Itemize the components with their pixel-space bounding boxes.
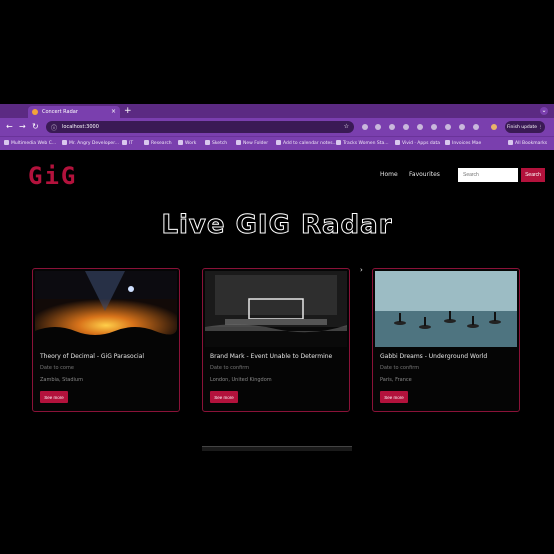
browser-tab[interactable]: Concert Radar × — [28, 106, 120, 118]
concert-image — [205, 271, 347, 347]
extension-icon[interactable] — [403, 124, 409, 130]
concert-location: Paris, France — [380, 377, 412, 383]
see-more-button[interactable]: See more — [40, 391, 68, 403]
tab-title: Concert Radar — [42, 109, 78, 115]
avatar[interactable] — [491, 124, 497, 130]
extension-icon[interactable] — [375, 124, 381, 130]
search-button[interactable]: Search — [521, 168, 545, 182]
concert-image — [35, 271, 177, 347]
concert-card[interactable]: Gabbi Dreams - Underground World Date to… — [372, 268, 520, 412]
bookmark-item[interactable]: Invoices Mae — [445, 140, 481, 146]
bookmark-item[interactable]: All Bookmarks — [508, 140, 547, 146]
bookmark-item[interactable]: Tracks Women Sta... — [336, 140, 389, 146]
browser-toolbar: ← → ↻ ⓘ localhost:3000 ☆ Finish update ⋮ — [0, 118, 554, 136]
concert-location: London, United Kingdom — [210, 377, 272, 383]
page-content: GiG Home Favourites Search Live GIG Rada… — [0, 150, 554, 554]
nav-home-link[interactable]: Home — [380, 171, 398, 178]
bookmark-star-icon[interactable]: ☆ — [344, 123, 349, 130]
concert-title: Gabbi Dreams - Underground World — [380, 353, 488, 360]
bookmark-item[interactable]: Multimedia Web C... — [4, 140, 56, 146]
url-text: localhost:3000 — [62, 124, 99, 130]
bookmarks-bar: Multimedia Web C... Mr. Angry Developer.… — [0, 136, 554, 150]
nav-favourites-link[interactable]: Favourites — [409, 171, 440, 178]
concert-card[interactable]: Brand Mark - Event Unable to Determine D… — [202, 268, 350, 412]
browser-tab-strip: Concert Radar × + ⌄ — [0, 104, 554, 118]
extensions-puzzle-icon[interactable] — [473, 124, 479, 130]
page-title: Live GIG Radar — [161, 210, 393, 241]
new-tab-button[interactable]: + — [124, 106, 132, 116]
forward-icon[interactable]: → — [19, 122, 26, 131]
search-input[interactable] — [458, 168, 518, 182]
bookmark-item[interactable]: Sketch — [205, 140, 227, 146]
extension-icon[interactable] — [459, 124, 465, 130]
concert-location: Zambia, Stadium — [40, 377, 83, 383]
address-bar[interactable]: ⓘ localhost:3000 ☆ — [46, 121, 354, 133]
update-button[interactable]: Finish update ⋮ — [505, 121, 545, 133]
site-logo[interactable]: GiG — [28, 162, 77, 190]
reload-icon[interactable]: ↻ — [32, 122, 39, 131]
tab-favicon-icon — [32, 109, 38, 115]
concert-date: Date to confirm — [210, 365, 250, 371]
bookmark-item[interactable]: Work — [178, 140, 196, 146]
extension-icon[interactable] — [445, 124, 451, 130]
concert-image — [375, 271, 517, 347]
tab-close-icon[interactable]: × — [111, 108, 116, 115]
see-more-button[interactable]: See more — [380, 391, 408, 403]
bookmark-item[interactable]: Add to calendar notes... — [276, 140, 337, 146]
extension-icon[interactable] — [362, 124, 368, 130]
carousel-next-icon[interactable]: › — [360, 266, 363, 274]
concert-date: Date to confirm — [380, 365, 420, 371]
bookmark-item[interactable]: IT — [122, 140, 133, 146]
see-more-button[interactable]: See more — [210, 391, 238, 403]
concert-title: Theory of Decimal - GiG Parasocial — [40, 353, 145, 360]
next-card-row — [202, 446, 352, 451]
site-info-icon[interactable]: ⓘ — [51, 123, 57, 132]
tab-search-icon[interactable]: ⌄ — [540, 107, 548, 115]
extension-icon[interactable] — [389, 124, 395, 130]
bookmark-item[interactable]: New Folder — [236, 140, 268, 146]
bookmark-item[interactable]: Research — [144, 140, 172, 146]
concert-date: Date to come — [40, 365, 74, 371]
back-icon[interactable]: ← — [6, 122, 13, 131]
bookmark-item[interactable]: Mr. Angry Developer... — [62, 140, 119, 146]
extension-icon[interactable] — [431, 124, 437, 130]
concert-title: Brand Mark - Event Unable to Determine — [210, 353, 333, 360]
concert-card[interactable]: Theory of Decimal - GiG Parasocial Date … — [32, 268, 180, 412]
extension-icon[interactable] — [417, 124, 423, 130]
bookmark-item[interactable]: Vivid · Apps data — [395, 140, 440, 146]
